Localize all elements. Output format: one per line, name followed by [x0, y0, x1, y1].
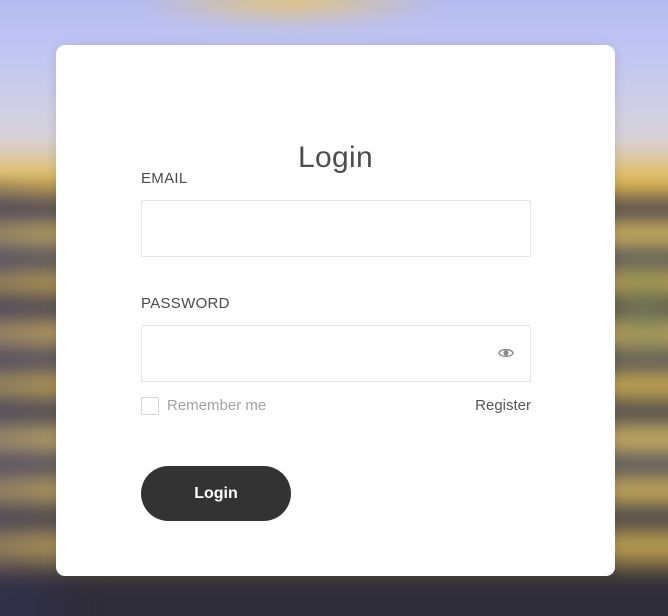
eye-icon[interactable]: [498, 347, 514, 359]
register-link[interactable]: Register: [474, 397, 531, 415]
login-button[interactable]: Login: [141, 466, 291, 521]
remember-me-checkbox[interactable]: [141, 397, 159, 415]
remember-me-label: Remember me: [167, 397, 267, 414]
email-input[interactable]: [141, 200, 531, 257]
page-title: Login: [298, 141, 373, 174]
login-card: Login EMAIL PASSWORD Remember me Registe…: [56, 45, 615, 576]
password-input[interactable]: [141, 325, 531, 382]
email-label: EMAIL: [141, 170, 188, 187]
background-tree: [610, 250, 668, 370]
password-label: PASSWORD: [141, 295, 230, 312]
